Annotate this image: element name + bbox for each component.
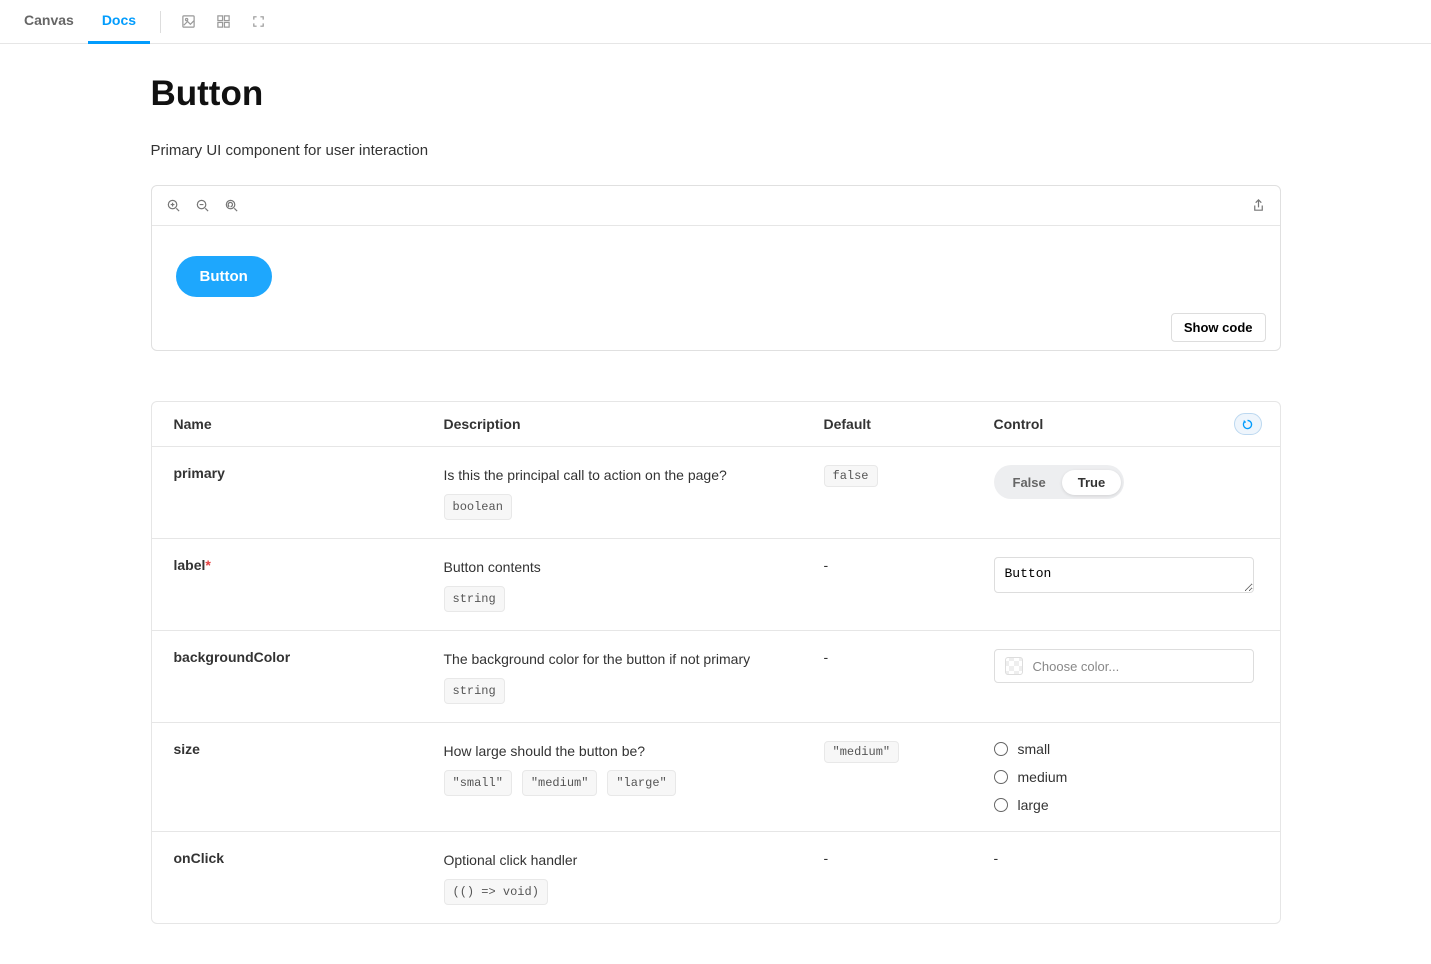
boolean-toggle[interactable]: False True [994,465,1125,499]
row-onclick: onClick Optional click handler (() => vo… [152,831,1280,923]
default-backgroundcolor: - [824,649,984,665]
toggle-false[interactable]: False [997,470,1062,495]
header-control: Control [994,416,1258,432]
radio-icon [994,798,1008,812]
control-backgroundcolor: Choose color... [994,649,1258,683]
type-badge: "small" [444,770,512,796]
doc-content: Button Primary UI component for user int… [121,44,1311,964]
color-swatch-icon [1005,657,1023,675]
tab-canvas[interactable]: Canvas [10,0,88,44]
label-input[interactable] [994,557,1254,593]
control-onclick: - [994,850,1258,866]
reset-controls-button[interactable] [1234,413,1262,435]
zoom-in-icon[interactable] [166,198,181,213]
type-badge: string [444,586,505,612]
type-badge: "medium" [522,770,598,796]
row-label: label* Button contents string - [152,538,1280,630]
prop-desc-backgroundcolor: The background color for the button if n… [444,649,814,704]
control-label [994,557,1258,596]
args-table: Name Description Default Control primary… [151,401,1281,924]
default-size: "medium" [824,741,984,763]
control-size: small medium large [994,741,1258,813]
tab-docs[interactable]: Docs [88,0,150,44]
header-name: Name [174,416,434,432]
type-badge: "large" [607,770,675,796]
args-table-header: Name Description Default Control [152,402,1280,446]
grid-icon[interactable] [210,8,237,35]
row-backgroundcolor: backgroundColor The background color for… [152,630,1280,722]
prop-desc-label: Button contents string [444,557,814,612]
share-icon[interactable] [1251,198,1266,213]
type-badge: string [444,678,505,704]
radio-large[interactable]: large [994,797,1258,813]
prop-name-onclick: onClick [174,850,434,866]
zoom-reset-icon[interactable] [224,198,239,213]
header-description: Description [444,416,814,432]
radio-small[interactable]: small [994,741,1258,757]
radio-icon [994,742,1008,756]
color-placeholder: Choose color... [1033,659,1120,674]
top-toolbar: Canvas Docs [0,0,1431,44]
prop-desc-size: How large should the button be? "small" … [444,741,814,796]
header-default: Default [824,416,984,432]
show-code-button[interactable]: Show code [1171,313,1266,342]
preview-toolbar [152,186,1280,226]
toggle-true[interactable]: True [1062,470,1121,495]
expand-icon[interactable] [245,8,272,35]
demo-button[interactable]: Button [176,256,272,297]
default-primary: false [824,465,984,487]
radio-icon [994,770,1008,784]
type-badge: boolean [444,494,512,520]
image-icon[interactable] [175,8,202,35]
type-badge: (() => void) [444,879,548,905]
control-primary: False True [994,465,1258,499]
radio-medium[interactable]: medium [994,769,1258,785]
preview-canvas: Button Show code [152,226,1280,350]
prop-desc-onclick: Optional click handler (() => void) [444,850,814,905]
prop-name-primary: primary [174,465,434,481]
tab-divider [160,11,161,33]
page-subtitle: Primary UI component for user interactio… [151,142,1281,159]
page-title: Button [151,74,1281,114]
default-label: - [824,557,984,573]
row-primary: primary Is this the principal call to ac… [152,446,1280,538]
prop-name-label: label* [174,557,434,573]
default-onclick: - [824,850,984,866]
zoom-out-icon[interactable] [195,198,210,213]
prop-desc-primary: Is this the principal call to action on … [444,465,814,520]
row-size: size How large should the button be? "sm… [152,722,1280,831]
color-picker[interactable]: Choose color... [994,649,1254,683]
prop-name-size: size [174,741,434,757]
prop-name-backgroundcolor: backgroundColor [174,649,434,665]
preview-box: Button Show code [151,185,1281,351]
